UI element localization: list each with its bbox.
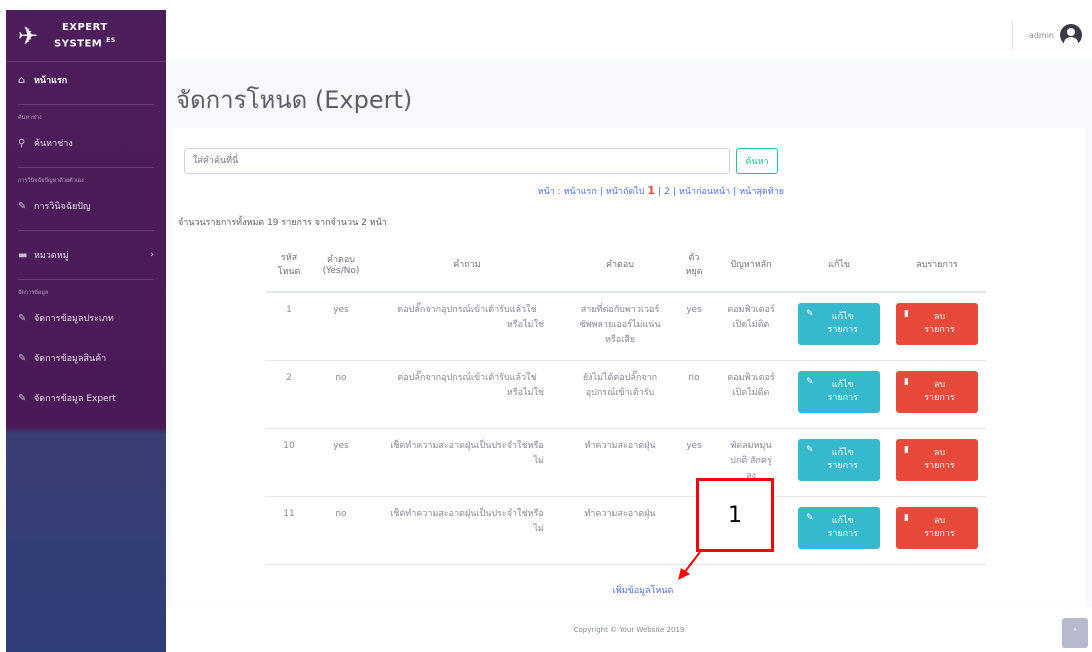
- main-content: จัดการโหนด (Expert) ค้นหา หน้า : หน้าแรก…: [166, 60, 1092, 607]
- node-card: ค้นหา หน้า : หน้าแรก|หน้าถัดไป 1|2|หน้าก…: [172, 128, 1086, 606]
- delete-button[interactable]: ▮ ลบ รายการ: [896, 506, 978, 549]
- brand[interactable]: ✈ EXPERT SYSTEM ES: [6, 10, 166, 62]
- sidebar-divider: [18, 279, 154, 280]
- search-input[interactable]: [184, 148, 730, 174]
- pencil-icon: ✎: [806, 512, 814, 523]
- col-id: รหัส โหนด: [266, 236, 312, 293]
- sidebar-item-home[interactable]: ⌂ หน้าแรก: [6, 62, 166, 98]
- search-icon: ⚲: [18, 137, 26, 149]
- record-count: จำนวนรายการทั้งหมด 19 รายการ จากจำนวน 2 …: [178, 218, 387, 228]
- sidebar-heading-diagnose: การวินิจฉัยปัญหาด้วยตัวเอง: [18, 178, 84, 184]
- pager-current-page: 1: [647, 184, 656, 197]
- delete-button[interactable]: ▮ ลบ รายการ: [896, 303, 978, 345]
- col-question: คำถาม: [370, 236, 564, 293]
- table-row: 1 yes ต่อปลั๊กจากอุปกรณ์เข้าเต้ารับแล้วใ…: [266, 292, 986, 361]
- airplane-icon: ✈: [18, 21, 39, 50]
- footer: Copyright © Your Website 2019: [166, 607, 1092, 652]
- sidebar-item-label: หน้าแรก: [34, 76, 68, 86]
- col-delete: ลบรายการ: [888, 236, 986, 293]
- pager-prev-link[interactable]: หน้าก่อนหน้า: [679, 187, 730, 197]
- pencil-icon: ✎: [806, 376, 814, 387]
- pager-next-link[interactable]: หน้าถัดไป: [606, 187, 645, 197]
- sidebar-item-manage-product[interactable]: ✎ จัดการข้อมูลสินค้า: [6, 340, 166, 376]
- pager-label: หน้า :: [537, 187, 561, 197]
- edit-button[interactable]: ✎ แก้ไข รายการ: [798, 370, 880, 413]
- table-row: 10 yes เช็ดทำความสะอาดฝุ่นเป็นประจำใช่หร…: [266, 428, 986, 497]
- footer-copyright: Copyright © Your Website 2019: [573, 625, 685, 634]
- sidebar-item-manage-expert[interactable]: ✎ จัดการข้อมูล Expert: [6, 380, 166, 416]
- col-stop: ตัว หยุด: [676, 236, 712, 293]
- sidebar-item-label: ค้นหาช่าง: [34, 139, 73, 149]
- sidebar-item-manage-type[interactable]: ✎ จัดการข้อมูลประเภท: [6, 300, 166, 336]
- pager-last-link[interactable]: หน้าสุดท้าย: [739, 187, 784, 197]
- pager-first-link[interactable]: หน้าแรก: [564, 187, 597, 197]
- chevron-right-icon: ›: [150, 250, 154, 260]
- delete-button[interactable]: ▮ ลบ รายการ: [896, 438, 978, 481]
- node-table: รหัส โหนด คำตอบ (Yes/No) คำถาม คำตอบ ตัว หย…: [266, 236, 986, 565]
- sidebar-item-search[interactable]: ⚲ ค้นหาช่าง: [6, 125, 166, 161]
- topbar: admin: [166, 10, 1092, 60]
- sidebar-item-diagnose[interactable]: ✎ การวินิจฉัยปัญ: [6, 188, 166, 224]
- sidebar-item-label: จัดการข้อมูลประเภท: [34, 314, 114, 324]
- sidebar-item-label: จัดการข้อมูล Expert: [34, 394, 116, 404]
- brand-line2: SYSTEM: [54, 38, 103, 50]
- user-name[interactable]: admin: [1029, 31, 1054, 40]
- sidebar-divider: [18, 167, 154, 168]
- sidebar-heading-search: ค้นหาช่าง: [18, 115, 42, 121]
- wrench-icon: ✎: [18, 392, 27, 404]
- home-icon: ⌂: [18, 74, 26, 86]
- wrench-icon: ✎: [18, 352, 27, 364]
- sidebar-item-category[interactable]: ▬ หมวดหมู่ ›: [6, 237, 166, 273]
- add-node-link[interactable]: เพิ่มข้อมูลโหนด: [166, 583, 1092, 597]
- pencil-icon: ✎: [806, 444, 814, 455]
- delete-button[interactable]: ▮ ลบ รายการ: [896, 370, 978, 413]
- brand-line1: EXPERT: [61, 21, 108, 33]
- brand-text: EXPERT SYSTEM ES: [54, 21, 116, 50]
- col-edit: แก้ไข: [790, 236, 888, 293]
- sidebar-item-label: การวินิจฉัยปัญ: [34, 202, 91, 212]
- search-button[interactable]: ค้นหา: [736, 148, 778, 174]
- page-title: จัดการโหนด (Expert): [176, 86, 413, 114]
- scroll-to-top-button[interactable]: ˄: [1062, 618, 1088, 648]
- table-row: 2 no ต่อปลั๊กจากอุปกรณ์เข้าเต้ารับแล้วใช…: [266, 360, 986, 429]
- col-answer: คำตอบ: [564, 236, 676, 293]
- col-yesno: คำตอบ (Yes/No): [312, 236, 370, 293]
- pager-page-2-link[interactable]: 2: [664, 187, 670, 197]
- annotation-box: 1: [696, 478, 774, 552]
- sidebar-divider: [18, 230, 154, 231]
- sidebar-heading-manage: จัดการข้อมูล: [18, 290, 49, 296]
- sidebar: ✈ EXPERT SYSTEM ES ⌂ หน้าแรก ค้นหาช่าง ⚲…: [6, 10, 166, 652]
- wrench-icon: ✎: [18, 200, 27, 212]
- folder-icon: ▬: [18, 249, 28, 261]
- topbar-divider: [1011, 20, 1013, 50]
- annotation-label: 1: [728, 502, 742, 528]
- sidebar-item-label: จัดการข้อมูลสินค้า: [34, 354, 107, 364]
- sidebar-item-label: หมวดหมู่: [34, 251, 69, 261]
- edit-button[interactable]: ✎ แก้ไข รายการ: [798, 506, 880, 549]
- table-row: 11 no เช็ดทำความสะอาดฝุ่นเป็นประจำใช่หรื…: [266, 496, 986, 565]
- edit-button[interactable]: ✎ แก้ไข รายการ: [798, 438, 880, 481]
- chevron-up-icon: ˄: [1072, 627, 1078, 639]
- edit-button[interactable]: ✎ แก้ไข รายการ: [798, 303, 880, 345]
- col-main-problem: ปัญหาหลัก: [712, 236, 790, 293]
- brand-sup: ES: [106, 36, 116, 44]
- pencil-icon: ✎: [806, 309, 814, 319]
- avatar[interactable]: [1060, 24, 1082, 46]
- wrench-icon: ✎: [18, 312, 27, 324]
- sidebar-divider: [18, 104, 154, 105]
- pagination: หน้า : หน้าแรก | หน้าถัดไป 1 | 2 | หน้าก่อนหน้…: [537, 184, 784, 197]
